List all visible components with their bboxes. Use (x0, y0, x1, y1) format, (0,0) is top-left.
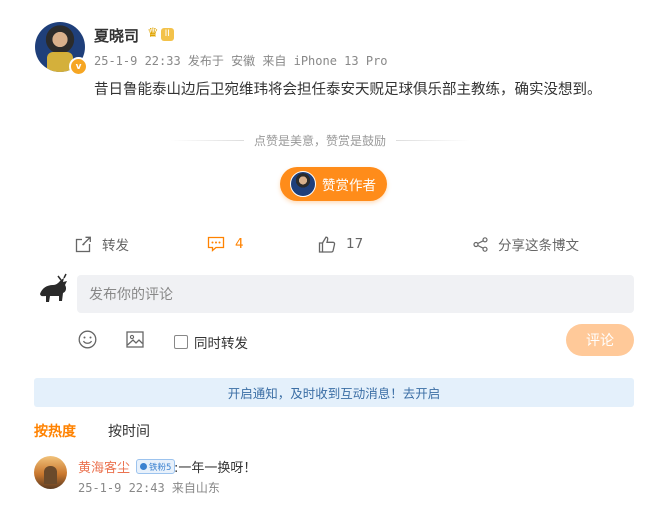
checkbox-box[interactable] (174, 335, 188, 349)
submit-label: 评论 (586, 333, 614, 349)
my-avatar[interactable] (37, 272, 70, 305)
post-meta: 25-1-9 22:33 发布于 安徽 来自 iPhone 13 Pro (94, 54, 388, 68)
comment-button[interactable]: 4 (207, 234, 244, 254)
reward-hint-text: 点赞是美意，赞赏是鼓励 (254, 133, 387, 148)
comment-text: :一年一换呀！ (174, 461, 257, 476)
member-level-badge[interactable]: ♛ II (147, 27, 174, 41)
notification-text: 开启通知，及时收到互动消息！去开启 (227, 386, 441, 401)
share-icon (473, 236, 488, 252)
divider-left (170, 139, 244, 141)
bull-avatar-icon (40, 273, 67, 302)
tab-sort-by-hot[interactable]: 按热度 (34, 421, 76, 441)
commenter-name[interactable]: 黄海客尘 (78, 457, 130, 476)
forward-button[interactable]: 转发 (75, 234, 129, 254)
commenter-avatar[interactable] (34, 456, 67, 489)
like-button[interactable]: 17 (318, 234, 363, 254)
comment-input[interactable]: 发布你的评论 (77, 275, 634, 313)
forward-label: 转发 (102, 238, 129, 254)
comment-count: 4 (235, 236, 244, 252)
thumbs-up-icon (318, 236, 336, 253)
fan-badge: 铁粉5 (136, 459, 176, 474)
submit-comment-button[interactable]: 评论 (566, 324, 634, 356)
share-label: 分享这条博文 (498, 238, 579, 254)
repost-checkbox[interactable]: 同时转发 (174, 332, 248, 352)
like-count: 17 (346, 236, 364, 252)
reward-author-button[interactable]: 赞赏作者 (280, 167, 387, 201)
reward-button-label: 赞赏作者 (322, 178, 376, 194)
crown-icon: ♛ (147, 26, 159, 41)
post-content: 昔日鲁能泰山边后卫宛维玮将会担任泰安天贶足球俱乐部主教练，确实没想到。 (94, 82, 602, 98)
fan-badge-icon (140, 463, 147, 470)
repost-label: 同时转发 (194, 336, 248, 352)
emoji-icon[interactable] (78, 330, 97, 353)
notification-banner[interactable]: 开启通知，及时收到互动消息！去开启 (34, 378, 634, 407)
comment-icon (207, 236, 225, 252)
author-name[interactable]: 夏晓司 (94, 25, 139, 46)
level-label: II (160, 27, 174, 41)
share-button[interactable]: 分享这条博文 (473, 234, 579, 254)
author-mini-avatar (290, 171, 316, 197)
comment-placeholder: 发布你的评论 (89, 287, 173, 303)
tab-sort-by-time[interactable]: 按时间 (108, 421, 150, 441)
comment-meta: 25-1-9 22:43 来自山东 (78, 481, 220, 495)
fan-badge-label: 铁粉5 (149, 462, 172, 473)
divider-right (396, 139, 471, 141)
forward-icon (75, 235, 92, 252)
reward-hint: 点赞是美意，赞赏是鼓励 (170, 130, 471, 150)
image-upload-icon[interactable] (126, 331, 144, 352)
verified-badge-icon: v (69, 57, 88, 76)
